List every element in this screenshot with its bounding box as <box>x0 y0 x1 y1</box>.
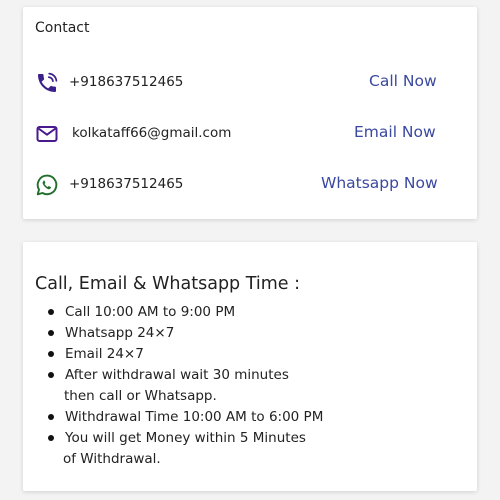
list-item-text: After withdrawal wait 30 minutes <box>65 367 289 383</box>
bullet-icon <box>48 309 54 315</box>
list-item-text: You will get Money within 5 Minutes <box>65 430 306 446</box>
list-item: Withdrawal Time 10:00 AM to 6:00 PM <box>23 407 477 428</box>
list-item: Call 10:00 AM to 9:00 PM <box>23 302 477 323</box>
whatsapp-now-link[interactable]: Whatsapp Now <box>321 174 438 192</box>
email-row: kolkataff66@gmail.com Email Now <box>23 119 477 149</box>
email-now-link[interactable]: Email Now <box>354 123 436 141</box>
bullet-icon <box>48 330 54 336</box>
list-item: Whatsapp 24×7 <box>23 323 477 344</box>
whatsapp-number: +918637512465 <box>69 176 184 192</box>
list-item-text: Withdrawal Time 10:00 AM to 6:00 PM <box>65 409 324 425</box>
list-item: After withdrawal wait 30 minutes then ca… <box>23 365 477 407</box>
bullet-icon <box>48 372 54 378</box>
list-item-continuation: then call or Whatsapp. <box>64 388 217 404</box>
whatsapp-row: +918637512465 Whatsapp Now <box>23 170 477 200</box>
list-item-text: Call 10:00 AM to 9:00 PM <box>65 304 236 320</box>
list-item: You will get Money within 5 Minutes of W… <box>23 428 477 470</box>
list-item-text: Whatsapp 24×7 <box>65 325 175 341</box>
phone-number: +918637512465 <box>69 74 184 90</box>
bullet-icon <box>48 435 54 441</box>
contact-time-title: Call, Email & Whatsapp Time : <box>35 274 301 294</box>
call-now-link[interactable]: Call Now <box>369 72 437 90</box>
list-item: Email 24×7 <box>23 344 477 365</box>
bullet-icon <box>48 414 54 420</box>
contact-card: Contact +918637512465 Call Now kolkataff… <box>23 7 477 219</box>
list-item-text: Email 24×7 <box>65 346 144 362</box>
contact-time-card: Call, Email & Whatsapp Time : Call 10:00… <box>23 242 477 491</box>
phone-row: +918637512465 Call Now <box>23 68 477 98</box>
bullet-icon <box>48 351 54 357</box>
contact-time-list: Call 10:00 AM to 9:00 PM Whatsapp 24×7 E… <box>23 302 477 470</box>
phone-ringing-icon <box>35 71 59 95</box>
whatsapp-icon <box>35 173 59 197</box>
list-item-continuation: of Withdrawal. <box>63 451 161 467</box>
email-icon <box>35 122 59 146</box>
email-address: kolkataff66@gmail.com <box>72 125 232 141</box>
contact-title: Contact <box>35 20 90 36</box>
